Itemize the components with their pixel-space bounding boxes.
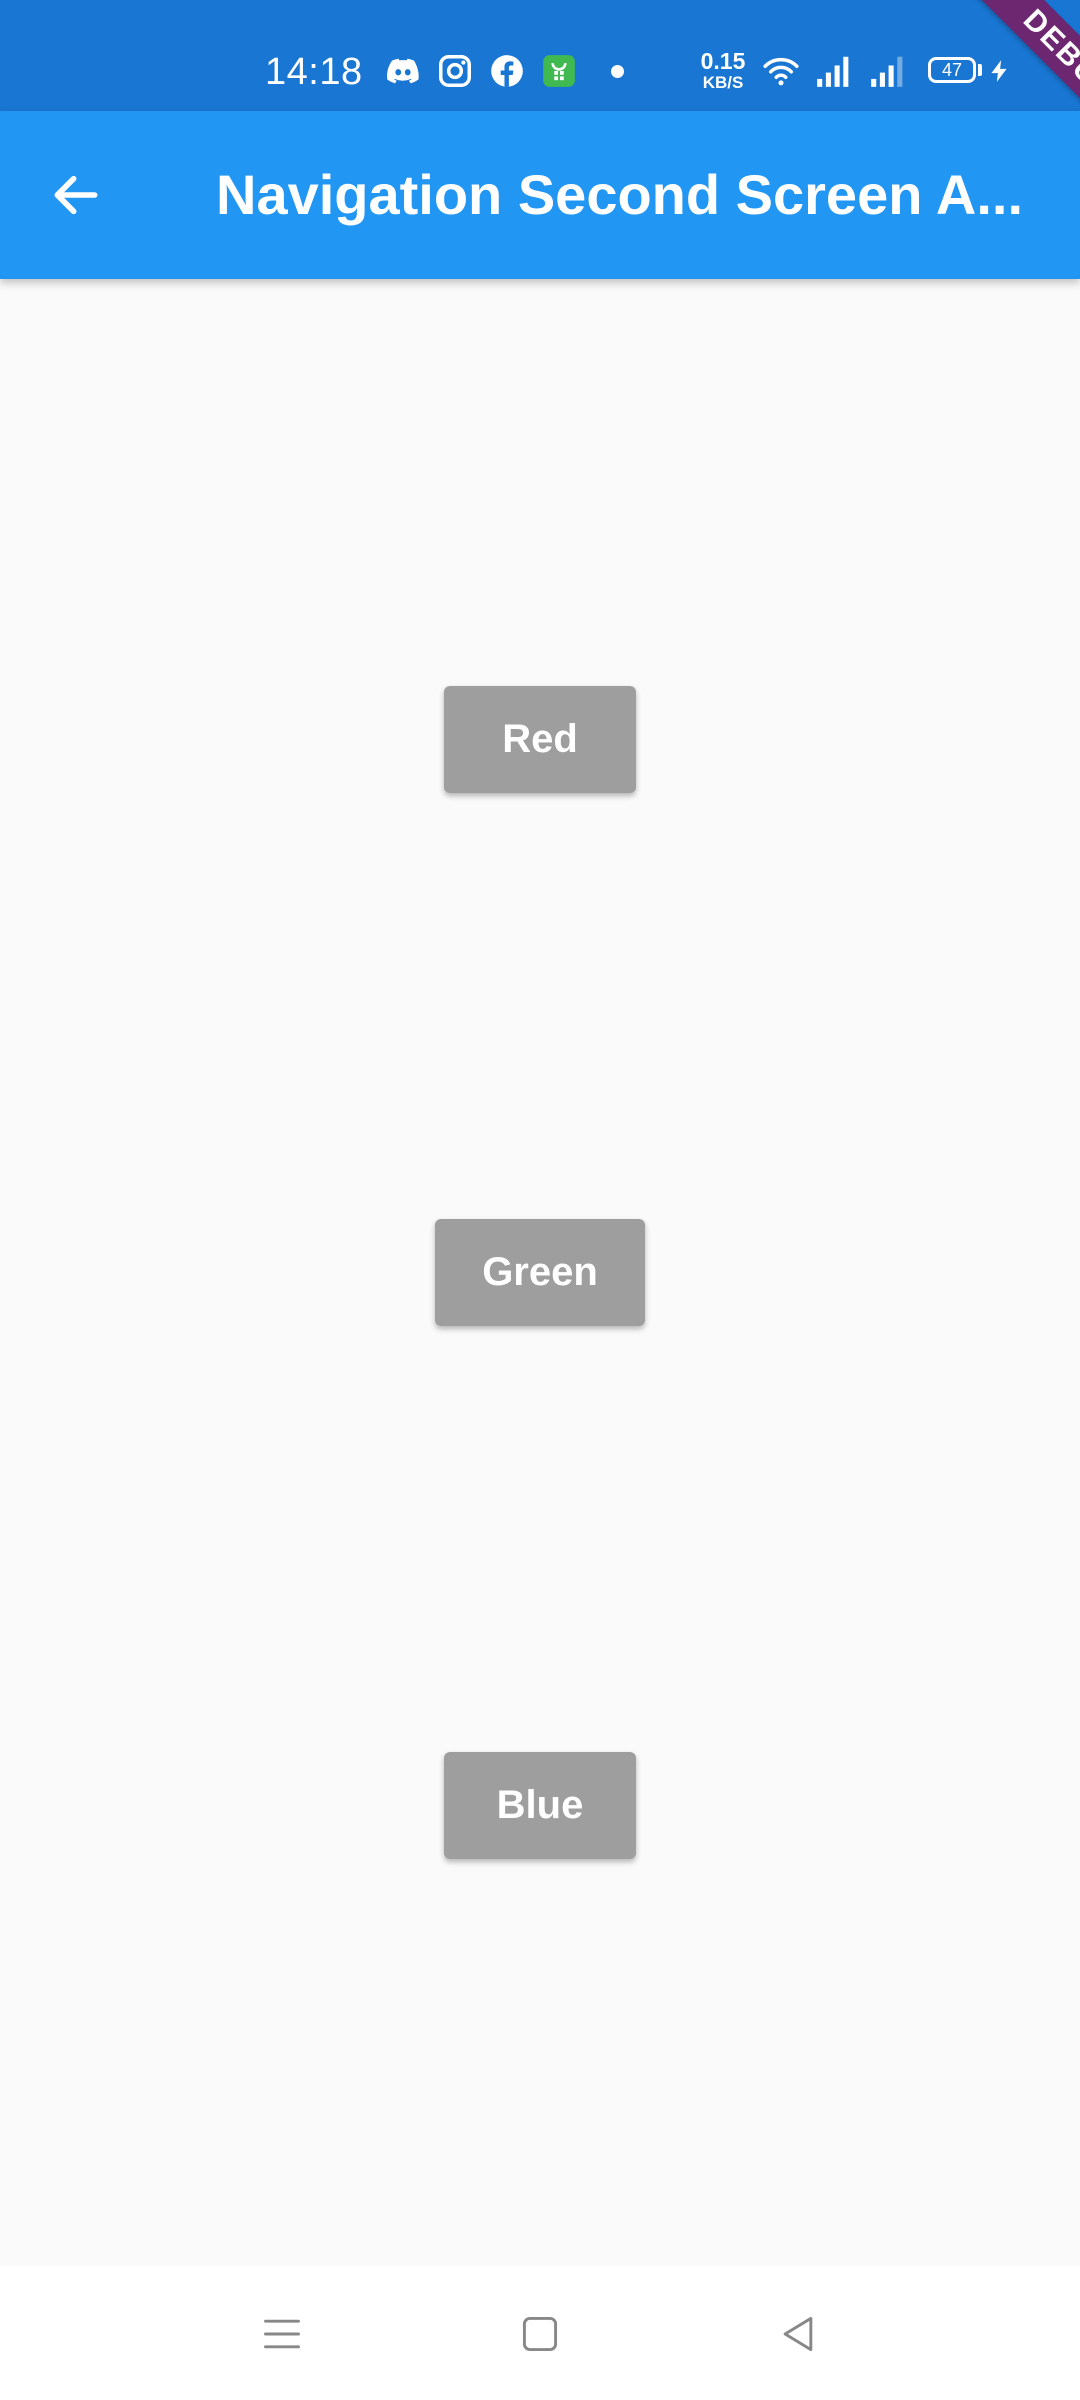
notification-dot [611,65,624,78]
status-time: 14:18 [265,51,363,93]
signal-icon [814,52,852,90]
battery-cap [978,64,982,76]
home-icon [522,2316,558,2352]
red-button[interactable]: Red [444,686,636,793]
facebook-icon [488,52,526,90]
battery-icon: 47 [928,57,976,83]
network-speed-value: 0.15 [700,48,746,74]
wifi-icon [760,52,802,90]
store-icon [540,52,578,90]
nav-back-button[interactable] [760,2296,836,2372]
green-button[interactable]: Green [435,1219,645,1326]
page-title: Navigation Second Screen A... [216,163,1024,226]
charging-icon [986,52,1012,90]
back-button[interactable] [36,155,116,235]
arrow-back-icon [54,175,98,215]
blue-button[interactable]: Blue [444,1752,636,1859]
nav-menu-button[interactable] [244,2296,320,2372]
screen: 14:18 0.15 KB/S 47 DEBUG Navigation Seco… [0,0,1080,2400]
status-bar: 14:18 0.15 KB/S 47 [0,0,1080,111]
nav-home-button[interactable] [502,2296,578,2372]
instagram-icon [436,52,474,90]
app-bar: Navigation Second Screen A... [0,111,1080,279]
menu-icon [264,2319,300,2349]
system-nav-bar [0,2266,1080,2400]
network-speed-unit: KB/S [702,73,744,92]
discord-icon [384,52,422,90]
network-speed: 0.15 KB/S [694,48,752,92]
back-triangle-icon [783,2316,813,2352]
signal-icon-secondary [868,52,906,90]
